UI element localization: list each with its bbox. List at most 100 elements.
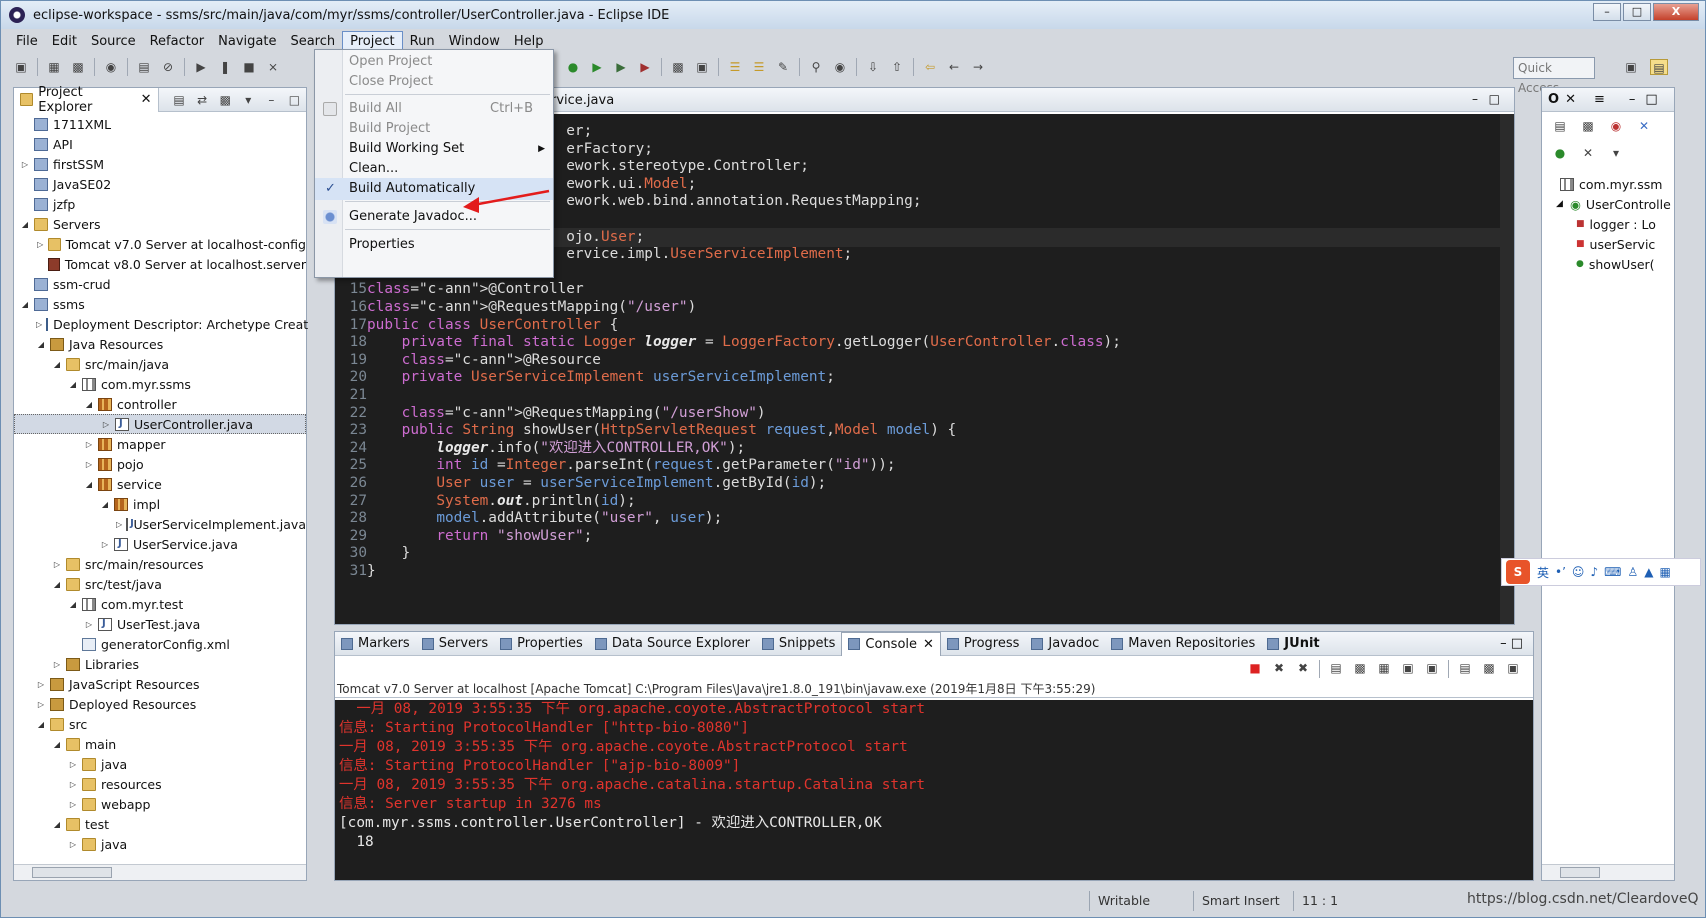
collapsed-twisty-icon[interactable]: ▷ [101,420,111,429]
open-type-icon[interactable]: ☰ [726,59,744,75]
menu-edit[interactable]: Edit [45,32,84,51]
code-line[interactable]: 18 private final static Logger logger = … [335,333,1121,352]
tree-item[interactable]: ▷ java [14,834,306,854]
scroll-lock-icon[interactable]: ▩ [1351,660,1369,676]
tree-item[interactable]: ◢ test [14,814,306,834]
tree-item[interactable]: ◢ Servers [14,214,306,234]
code-line[interactable]: 15class="c-ann">@Controller [335,280,584,299]
code-line[interactable]: 27 System.out.println(id); [335,492,636,511]
tree-item[interactable]: 1711XML [14,114,306,134]
quick-access-input[interactable]: Quick Access [1513,57,1595,95]
coverage-icon[interactable]: ▶ [612,59,630,75]
code-line[interactable]: 25 int id =Integer.parseInt(request.getP… [335,456,896,475]
maximize-editor-icon[interactable]: □ [1489,92,1500,106]
tree-item[interactable]: ▷ Deployed Resources [14,694,306,714]
scrollbar-thumb[interactable] [1560,867,1600,878]
close-view-icon[interactable]: ✕ [141,92,152,107]
tab-servers[interactable]: Servers [416,636,494,651]
expanded-twisty-icon[interactable]: ◢ [52,820,62,829]
expanded-twisty-icon[interactable]: ◢ [36,340,46,349]
minimize-view-icon[interactable]: – [263,92,280,108]
horizontal-scrollbar[interactable] [14,864,306,880]
tree-item[interactable]: ▷ java [14,754,306,774]
tree-item[interactable]: ◢ Java Resources [14,334,306,354]
menu-item-generate-javadoc[interactable]: Generate Javadoc... [315,206,553,228]
tree-item[interactable]: ◢ ssms [14,294,306,314]
hide-nonpublic-icon[interactable]: ✕ [1635,118,1653,134]
outline-field-service[interactable]: ■ userServic [1556,234,1674,254]
collapsed-twisty-icon[interactable]: ▷ [52,660,62,669]
tab-data-source-explorer[interactable]: Data Source Explorer [589,636,756,651]
clear-console-icon[interactable]: ▤ [1327,660,1345,676]
tree-item[interactable]: ▷ Libraries [14,654,306,674]
menu-item-properties[interactable]: Properties [315,234,553,256]
tree-item[interactable]: ▷ UserController.java [14,414,306,434]
collapsed-twisty-icon[interactable]: ▷ [68,800,78,809]
scrollbar-thumb[interactable] [32,867,112,878]
terminal-icon[interactable]: ▤ [135,59,153,75]
expanded-twisty-icon[interactable]: ◢ [52,360,62,369]
remove-all-icon[interactable]: ✖ [1294,660,1312,676]
menu-item-clean[interactable]: Clean... [315,158,553,180]
disconnect-icon[interactable]: ⨯ [264,59,282,75]
code-line[interactable]: 23 public String showUser(HttpServletReq… [335,421,957,440]
code-line[interactable]: 19 class="c-ann">@Resource [335,351,601,370]
voice-icon[interactable]: ♪ [1590,565,1598,579]
expanded-twisty-icon[interactable]: ◢ [52,740,62,749]
collapsed-twisty-icon[interactable]: ▷ [36,240,44,249]
pin-console-icon[interactable]: ▤ [1456,660,1474,676]
outline-method-showuser[interactable]: ● showUser( [1556,254,1674,274]
maximize-view-icon[interactable]: □ [286,92,303,108]
forward-icon[interactable]: → [969,59,987,75]
minimize-editor-icon[interactable]: – [1472,92,1478,106]
collapse-all-icon[interactable]: ▤ [171,92,188,108]
menu-item-close-project[interactable]: Close Project [315,71,553,93]
collapsed-twisty-icon[interactable]: ▷ [36,680,46,689]
tree-item[interactable]: ◢ src [14,714,306,734]
menu-item-open-project[interactable]: Open Project [315,51,553,73]
code-line[interactable]: 28 model.addAttribute("user", user); [335,509,723,528]
new-icon[interactable]: ▣ [12,59,30,75]
tree-item[interactable]: ◢ controller [14,394,306,414]
code-line[interactable]: 22 class="c-ann">@RequestMapping("/userS… [335,404,766,423]
collapsed-twisty-icon[interactable]: ▷ [36,700,46,709]
new-server-icon[interactable]: ▩ [669,59,687,75]
tab-properties[interactable]: Properties [494,636,589,651]
close-console-icon[interactable]: ✕ [923,637,934,652]
menu-item-build-all[interactable]: Build All Ctrl+B [315,98,553,120]
filter-icon[interactable]: ▩ [217,92,234,108]
tree-item[interactable]: ▷ Deployment Descriptor: Archetype Creat [14,314,308,334]
collapsed-twisty-icon[interactable]: ▷ [36,320,42,329]
outline-horizontal-scrollbar[interactable] [1542,864,1674,880]
outline-field-logger[interactable]: ■ logger : Lo [1556,214,1674,234]
save-all-icon[interactable]: ▩ [69,59,87,75]
collapsed-twisty-icon[interactable]: ▷ [116,520,122,529]
collapsed-twisty-icon[interactable]: ▷ [52,560,62,569]
expanded-twisty-icon[interactable]: ◢ [100,500,110,509]
tree-item[interactable]: ◢ main [14,734,306,754]
collapsed-twisty-icon[interactable]: ▷ [68,760,78,769]
open-task-icon[interactable]: ☰ [750,59,768,75]
outline-menu-icon[interactable]: ▾ [1607,145,1625,161]
open-console-icon[interactable]: ▣ [1504,660,1522,676]
next-annotation-icon[interactable]: ⇩ [864,59,882,75]
run-icon[interactable]: ▶ [588,59,606,75]
ime-language[interactable]: 英 [1537,564,1549,581]
tree-item[interactable]: ▷ JavaScript Resources [14,674,306,694]
expanded-twisty-icon[interactable]: ◢ [36,720,46,729]
tab-junit[interactable]: JUnit [1261,636,1325,651]
menu-refactor[interactable]: Refactor [143,32,212,51]
code-line[interactable]: 21 [335,386,367,405]
toolbox-icon[interactable]: ▦ [1659,565,1670,579]
terminate-icon[interactable]: ■ [240,59,258,75]
editor-vertical-scrollbar[interactable] [1500,114,1514,624]
tree-item[interactable]: Tomcat v8.0 Server at localhost.server [14,254,306,274]
open-perspective-icon[interactable]: ▣ [1622,59,1640,75]
close-button[interactable]: X [1653,3,1699,21]
collapsed-twisty-icon[interactable]: ▷ [84,460,94,469]
link-editor-icon[interactable]: ⇄ [194,92,211,108]
remove-launch-icon[interactable]: ✖ [1270,660,1288,676]
expanded-twisty-icon[interactable]: ◢ [84,480,94,489]
view-menu-icon[interactable]: ▾ [240,92,257,108]
sort-icon[interactable]: ▤ [1551,118,1569,134]
